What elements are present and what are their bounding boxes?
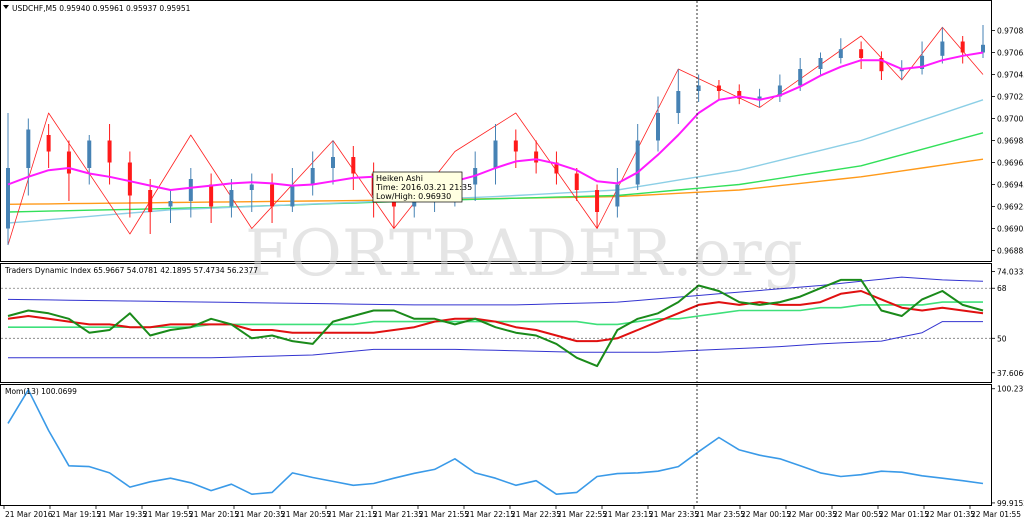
candle-down — [107, 140, 112, 163]
time-label: 21 Mar 23:55 — [695, 510, 745, 519]
candle-down — [46, 135, 51, 152]
price-y-label: 0.96925 — [997, 203, 1024, 212]
candle-up — [26, 129, 31, 168]
time-label: 21 Mar 21:35 — [373, 510, 423, 519]
mom-header: Mom(13) 100.0699 — [5, 387, 77, 396]
candle-down — [127, 162, 132, 196]
time-label: 21 Mar 22:35 — [511, 510, 561, 519]
candle-down — [716, 85, 721, 91]
time-label: 21 Mar 19:35 — [97, 510, 147, 519]
time-label: 21 Mar 21:15 — [327, 510, 377, 519]
time-label: 21 Mar 2016 — [5, 510, 53, 519]
candle-up — [798, 69, 803, 86]
tooltip-title: Heiken Ashi — [376, 174, 423, 183]
time-label: 22 Mar 00:55 — [833, 510, 883, 519]
tdi-y-label: 68 — [997, 284, 1007, 293]
time-label: 21 Mar 20:15 — [189, 510, 239, 519]
candle-up — [168, 201, 173, 207]
candle-up — [310, 168, 315, 185]
time-label: 22 Mar 00:35 — [787, 510, 837, 519]
candle-up — [940, 41, 945, 56]
price-y-label: 0.97065 — [997, 49, 1024, 58]
candle-up — [676, 91, 681, 113]
candle-up — [615, 184, 620, 207]
time-label: 21 Mar 21:55 — [419, 510, 469, 519]
candle-down — [574, 173, 579, 190]
candle-up — [188, 179, 193, 201]
candle-up — [6, 168, 10, 229]
candle-down — [859, 49, 864, 58]
candle-down — [209, 184, 214, 207]
candle-up — [331, 157, 335, 168]
trading-chart[interactable]: FORTRADER.org 0.97085 0.97065 0.97045 0.970… — [0, 0, 1024, 523]
candle-up — [229, 190, 234, 207]
tdi-y-label: 50 — [997, 334, 1007, 343]
candle-up — [838, 49, 843, 58]
candle-up — [757, 96, 762, 99]
candle-down — [595, 190, 600, 212]
price-y-label: 0.96965 — [997, 159, 1024, 168]
candle-up — [635, 140, 640, 185]
tooltip-lowhigh: Low/High: 0.96930 — [376, 192, 451, 201]
price-y-label: 0.97085 — [997, 27, 1024, 36]
candle-down — [270, 184, 275, 207]
candle-up — [290, 184, 295, 207]
candle-up — [249, 184, 254, 190]
time-label: 21 Mar 23:15 — [603, 510, 653, 519]
candle-down — [534, 151, 539, 163]
tdi-header: Traders Dynamic Index 65.9667 54.0781 42… — [4, 266, 258, 275]
candle-up — [656, 113, 660, 141]
price-y-label: 0.97005 — [997, 115, 1024, 124]
candle-up — [493, 140, 498, 168]
price-header: USDCHF,M5 0.95940 0.95961 0.95937 0.9595… — [12, 4, 191, 13]
time-label: 21 Mar 22:15 — [465, 510, 515, 519]
candle-down — [513, 140, 518, 152]
time-label: 21 Mar 20:55 — [281, 510, 331, 519]
tdi-y-label: 37.6066 — [997, 369, 1024, 378]
price-y-label: 0.96885 — [997, 247, 1024, 256]
watermark: FORTRADER.org — [245, 217, 803, 291]
time-label: 21 Mar 23:35 — [649, 510, 699, 519]
candle-up — [981, 44, 985, 53]
candle-down — [960, 41, 965, 53]
tooltip-time: Time: 2016.03.21 21:35 — [375, 183, 472, 192]
price-y-label: 0.96985 — [997, 137, 1024, 146]
price-y-label: 0.96905 — [997, 225, 1024, 234]
time-label: 21 Mar 19:55 — [143, 510, 193, 519]
candle-down — [148, 190, 153, 212]
tooltip: Heiken Ashi Time: 2016.03.21 21:35 Low/H… — [372, 171, 472, 203]
time-label: 21 Mar 19:15 — [51, 510, 101, 519]
candle-down — [66, 151, 71, 174]
time-label: 22 Mar 01:15 — [879, 510, 929, 519]
price-y-label: 0.97045 — [997, 71, 1024, 80]
price-y-label: 0.96945 — [997, 181, 1024, 190]
tdi-y-label: 74.0332 — [997, 267, 1024, 276]
time-label: 21 Mar 20:35 — [235, 510, 285, 519]
time-label: 22 Mar 01:35 — [925, 510, 975, 519]
candle-down — [351, 157, 356, 174]
time-label: 21 Mar 22:55 — [557, 510, 607, 519]
time-label: 22 Mar 00:15 — [741, 510, 791, 519]
mom-y-label: 100.2379 — [997, 385, 1024, 394]
price-y-label: 0.97025 — [997, 93, 1024, 102]
mom-y-label: 99.9152 — [997, 499, 1024, 508]
time-label: 22 Mar 01:55 — [971, 510, 1021, 519]
candle-up — [818, 58, 823, 69]
candle-up — [87, 140, 92, 168]
